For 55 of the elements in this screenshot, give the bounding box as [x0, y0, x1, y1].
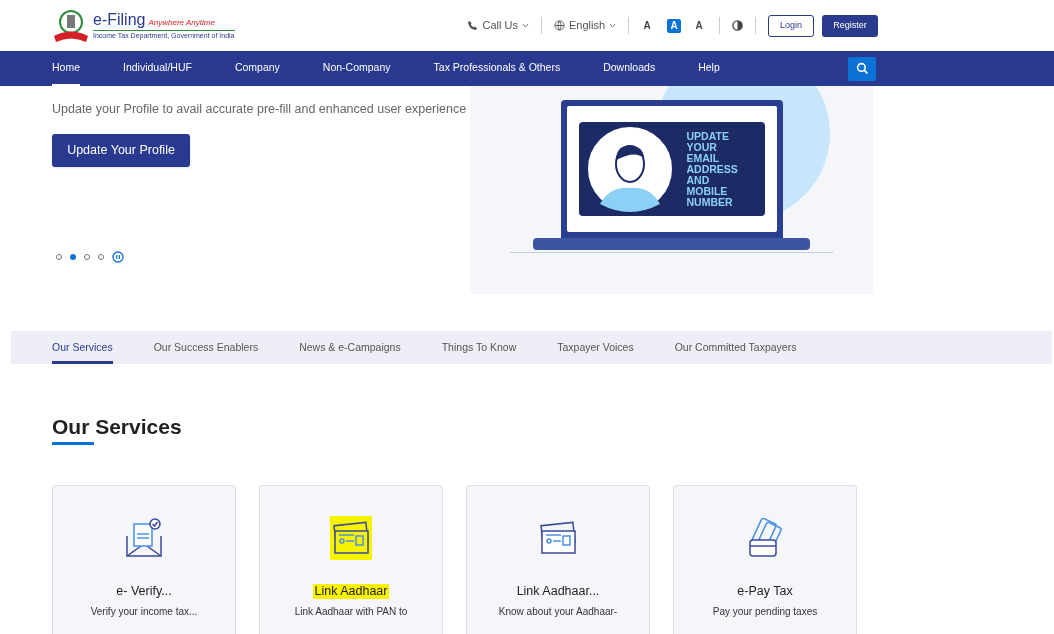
service-description: Verify your income tax... — [90, 606, 198, 618]
illustration-text: YOUR — [686, 141, 718, 153]
service-card[interactable]: e-Pay Tax Pay your pending taxes — [673, 485, 857, 634]
font-size-button[interactable]: A — [667, 18, 681, 33]
section-tab[interactable]: News & e-Campaigns — [299, 331, 401, 364]
illustration-text: AND — [686, 174, 711, 186]
logo-tagline: Anywhere Anytime — [148, 16, 215, 29]
chevron-down-icon — [609, 23, 616, 28]
nav-link[interactable]: Downloads — [603, 51, 656, 86]
illustration-text: MOBILE — [686, 185, 729, 197]
nav-link[interactable]: Tax Professionals & Others — [433, 51, 561, 86]
service-title: e- Verify... — [115, 584, 173, 599]
pause-icon[interactable] — [112, 250, 124, 263]
chevron-down-icon — [521, 23, 529, 28]
nav-link[interactable]: Company — [234, 51, 280, 86]
section-tab[interactable]: Our Services — [52, 331, 113, 364]
font-size-button[interactable]: A — [693, 18, 707, 33]
emblem-logo-icon — [52, 8, 90, 43]
service-description: Pay your pending taxes — [712, 606, 818, 618]
globe-icon — [553, 20, 565, 31]
section-heading: Our Services — [52, 414, 182, 440]
id-card-icon — [330, 516, 372, 560]
register-button[interactable]: Register — [822, 14, 878, 37]
illustration-text: EMAIL — [686, 152, 721, 164]
service-title: Link Aadhaar — [312, 584, 390, 599]
envelope-document-icon — [123, 516, 165, 560]
section-tab[interactable]: Taxpayer Voices — [557, 331, 634, 364]
phone-icon — [467, 20, 479, 31]
update-profile-button[interactable]: Update Your Profile — [52, 133, 190, 167]
service-title: Link Aadhaar... — [515, 584, 601, 599]
font-size-button[interactable]: A — [641, 18, 655, 33]
nav-link[interactable]: Help — [698, 51, 720, 86]
illustration-text: UPDATE — [686, 130, 730, 142]
logo-title: e-Filing — [93, 11, 146, 28]
section-tab[interactable]: Our Success Enablers — [153, 331, 259, 364]
hero-text: Update your Profile to avail accurate pre-fill and enhanced user experience — [52, 101, 468, 118]
service-description: Link Aadhaar with PAN to — [294, 606, 408, 618]
section-tab[interactable]: Our Committed Taxpayers — [674, 331, 797, 364]
nav-link[interactable]: Home — [52, 51, 80, 86]
nav-link[interactable]: Non-Company — [322, 51, 391, 86]
illustration-text: NUMBER — [686, 196, 734, 208]
service-card[interactable]: Link Aadhaar... Know about your Aadhaar- — [466, 485, 650, 634]
service-title: e-Pay Tax — [736, 584, 794, 599]
contrast-icon[interactable] — [732, 20, 743, 31]
login-button[interactable]: Login — [768, 14, 814, 37]
search-icon — [855, 62, 869, 75]
call-us-dropdown[interactable]: Call Us — [467, 17, 529, 34]
illustration-text: ADDRESS — [686, 163, 738, 175]
search-button[interactable] — [848, 56, 876, 81]
service-card[interactable]: e- Verify... Verify your income tax... — [52, 485, 236, 634]
service-card[interactable]: Link Aadhaar Link Aadhaar with PAN to — [259, 485, 443, 634]
section-tab[interactable]: Things To Know — [441, 331, 517, 364]
language-dropdown[interactable]: English — [553, 17, 616, 34]
nav-link[interactable]: Individual/HUF — [123, 51, 192, 86]
service-description: Know about your Aadhaar- — [498, 606, 618, 618]
